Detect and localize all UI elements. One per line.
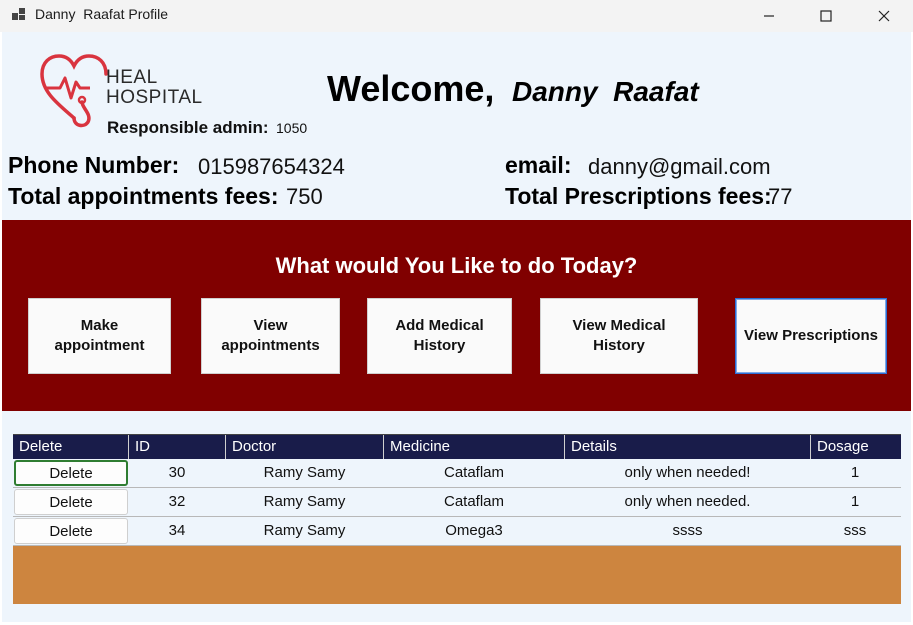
cell-doctor: Ramy Samy [263,464,346,481]
delete-row-button[interactable]: Delete [14,518,128,544]
title-bar: Danny Raafat Profile [0,0,913,32]
column-header-dosage[interactable]: Dosage [817,438,869,455]
close-button[interactable] [855,0,913,32]
responsible-admin-label: Responsible admin: [107,118,269,137]
cell-medicine: Cataflam [443,493,505,510]
column-separator [810,435,811,460]
close-icon [878,10,890,22]
actions-banner: What would You Like to do Today? Make ap… [2,220,911,411]
view-medical-history-button[interactable]: View Medical History [540,298,698,374]
responsible-admin-value: 1050 [276,120,308,136]
view-appointments-button[interactable]: View appointments [201,298,340,374]
prescriptions-fees-label: Total Prescriptions fees: [505,183,772,209]
minimize-icon [764,15,774,17]
cell-details: only when needed. [624,493,751,510]
hospital-name: HEAL HOSPITAL [106,68,203,108]
cell-details: ssss [672,522,703,539]
cell-id: 32 [168,493,186,510]
make-appointment-button[interactable]: Make appointment [28,298,171,374]
view-prescriptions-button[interactable]: View Prescriptions [735,298,887,374]
appointments-fees-label: Total appointments fees: [8,183,279,209]
cell-doctor: Ramy Samy [263,522,346,539]
column-separator [383,435,384,460]
column-header-id[interactable]: ID [135,438,150,455]
window-title: Danny Raafat Profile [35,6,169,22]
delete-row-button[interactable]: Delete [14,460,128,486]
app-icon [12,8,26,22]
welcome-heading: Welcome, [327,68,495,109]
cell-id: 30 [168,464,186,481]
cell-dosage: 1 [850,493,860,510]
table-row[interactable]: Delete 30 Ramy Samy Cataflam only when n… [13,459,901,488]
maximize-button[interactable] [797,0,855,32]
column-header-details[interactable]: Details [571,438,617,455]
brand-line-1: HEAL [106,67,158,88]
prescriptions-grid[interactable]: Delete ID Doctor Medicine Details Dosage… [13,434,901,604]
column-header-doctor[interactable]: Doctor [232,438,276,455]
add-medical-history-button[interactable]: Add Medical History [367,298,512,374]
actions-prompt: What would You Like to do Today? [275,253,638,278]
table-row[interactable]: Delete 34 Ramy Samy Omega3 ssss sss [13,517,901,546]
delete-row-button[interactable]: Delete [14,489,128,515]
cell-id: 34 [168,522,186,539]
profile-window-content: HEAL HOSPITAL Responsible admin: 1050 We… [2,32,911,622]
brand-line-2: HOSPITAL [106,87,203,108]
minimize-button[interactable] [740,0,798,32]
column-header-medicine[interactable]: Medicine [390,438,450,455]
grid-header: Delete ID Doctor Medicine Details Dosage [13,434,901,460]
email-label: email: [505,152,572,178]
maximize-icon [820,10,832,22]
phone-label: Phone Number: [8,152,180,178]
table-row[interactable]: Delete 32 Ramy Samy Cataflam only when n… [13,488,901,517]
cell-medicine: Omega3 [445,522,503,539]
heart-stethoscope-icon [40,54,108,128]
welcome-user-name: Danny Raafat [512,76,699,107]
phone-value: 015987654324 [198,154,345,179]
column-header-delete[interactable]: Delete [19,438,62,455]
cell-medicine: Cataflam [443,464,505,481]
email-value: danny@gmail.com [588,154,771,179]
column-separator [225,435,226,460]
appointments-fees-value: 750 [286,184,323,209]
cell-details: only when needed! [624,464,751,481]
cell-dosage: 1 [850,464,860,481]
cell-dosage: sss [843,522,867,539]
prescriptions-fees-value: 77 [768,184,793,209]
column-separator [128,435,129,460]
cell-doctor: Ramy Samy [263,493,346,510]
column-separator [564,435,565,460]
